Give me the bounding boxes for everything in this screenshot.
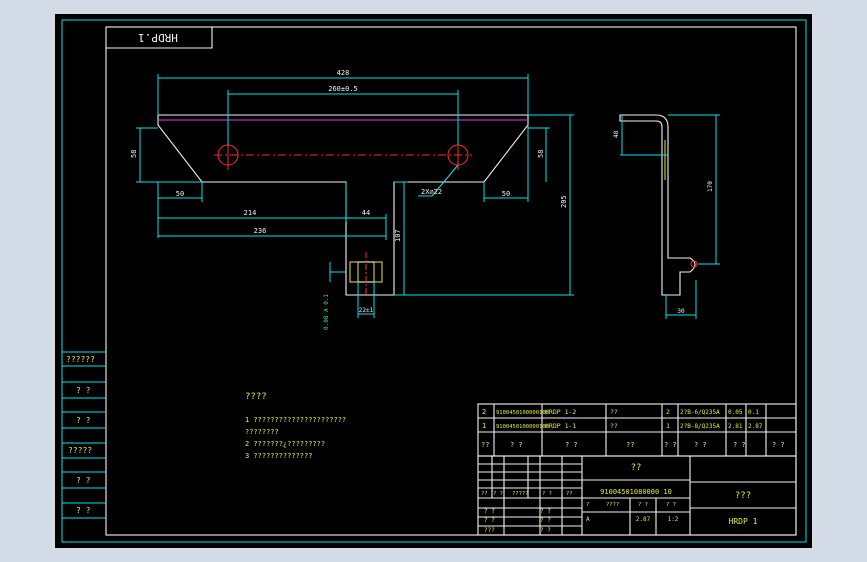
svg-text:1: 1 [666, 422, 670, 430]
tb-name-label: ?? [631, 463, 642, 473]
cad-screen: HRDP.1 ?????? ? ? ? ? ????? ? ? ? ? 428 … [0, 0, 867, 562]
svg-text:1:2: 1:2 [668, 516, 679, 523]
svg-text:? ?: ? ? [493, 491, 503, 497]
dim-107: 107 [394, 229, 402, 242]
svg-text:? ?: ? ? [484, 517, 495, 524]
svg-text:2.87: 2.87 [636, 516, 651, 523]
dim-205: 205 [560, 195, 568, 208]
notes-line-1: 1 ?????????????????????? [245, 416, 346, 424]
svg-text:??: ?? [626, 441, 634, 449]
notes-heading: ???? [245, 392, 267, 402]
dim-58-left: 58 [130, 150, 138, 158]
dim-48: 48 [613, 130, 620, 138]
svg-text:? ?: ? ? [666, 502, 676, 508]
left-col-3: ? ? [76, 416, 91, 425]
left-col-6: ? ? [76, 506, 91, 515]
left-col-5: ? ? [76, 476, 91, 485]
svg-text:2?B-6/Q235A: 2?B-6/Q235A [680, 409, 720, 416]
svg-text:??: ?? [481, 491, 488, 497]
svg-text:? ?: ? ? [733, 441, 746, 449]
svg-text:??: ?? [610, 422, 618, 430]
svg-text:HRDP 1-1: HRDP 1-1 [545, 422, 576, 430]
svg-text:?: ? [586, 502, 589, 508]
svg-text:???: ??? [484, 527, 495, 534]
dim-170: 170 [707, 181, 714, 192]
svg-text:A: A [586, 516, 590, 523]
svg-text:HRDP 1-2: HRDP 1-2 [545, 408, 576, 416]
svg-text:??: ?? [481, 441, 489, 449]
svg-text:? ?: ? ? [540, 527, 551, 534]
svg-text:0.05: 0.05 [728, 409, 743, 416]
svg-text:? ?: ? ? [540, 517, 551, 524]
parts-list: 2 9100450100000100 HRDP 1-2 ?? 2 2?B-6/Q… [477, 403, 797, 457]
svg-text:? ?: ? ? [540, 508, 551, 515]
dim-22: 22±1 [359, 307, 374, 314]
svg-text:? ?: ? ? [484, 508, 495, 515]
tolerance-note: 0.08 A 0.1 [323, 293, 330, 330]
dim-428: 428 [337, 69, 350, 77]
svg-text:? ?: ? ? [638, 502, 648, 508]
front-view [157, 114, 529, 296]
tech-notes: ???? 1 ?????????????????????? ???????? 2… [245, 392, 346, 460]
svg-text:9100450100000100: 9100450100000100 [496, 424, 549, 430]
svg-text:2.87: 2.87 [748, 423, 763, 430]
svg-text:??: ?? [566, 491, 573, 497]
svg-text:2: 2 [666, 408, 670, 416]
svg-text:0.1: 0.1 [748, 409, 759, 416]
left-col-1: ?????? [66, 355, 95, 364]
svg-text:????: ???? [606, 502, 619, 508]
notes-line-4: 3 ?????????????? [245, 452, 312, 460]
svg-text:? ?: ? ? [772, 441, 785, 449]
left-column: ?????? ? ? ? ? ????? ? ? ? ? [62, 351, 106, 519]
svg-text:2.81: 2.81 [728, 423, 743, 430]
svg-text:?????: ????? [512, 491, 529, 497]
tb-company: ??? [735, 491, 751, 501]
title-block: ?? 91004501080000 10 ??? HRDP 1 ?? ? ? ?… [477, 455, 797, 536]
dim-50-left: 50 [176, 190, 184, 198]
dim-214: 214 [244, 209, 257, 217]
dimensions: 428 260±0.5 58 58 50 50 2X∅22 214 44 236… [130, 69, 574, 330]
left-col-2: ? ? [76, 386, 91, 395]
left-col-4: ????? [68, 446, 92, 455]
svg-text:? ?: ? ? [664, 441, 677, 449]
dim-58-right: 58 [537, 150, 545, 158]
dim-50-right: 50 [502, 190, 510, 198]
svg-text:? ?: ? ? [694, 441, 707, 449]
tb-drawing-no: 91004501080000 10 [600, 488, 672, 496]
svg-text:2: 2 [482, 408, 486, 416]
svg-text:1: 1 [482, 422, 486, 430]
dim-236: 236 [254, 227, 267, 235]
notes-line-2: ???????? [245, 428, 279, 436]
side-view: 48 170 30 [613, 114, 720, 319]
cad-drawing: HRDP.1 ?????? ? ? ? ? ????? ? ? ? ? 428 … [61, 19, 807, 543]
svg-text:? ?: ? ? [510, 441, 523, 449]
dim-260: 260±0.5 [328, 85, 358, 93]
svg-text:??: ?? [610, 408, 618, 416]
tb-part-code: HRDP 1 [729, 517, 758, 526]
svg-text:? ?: ? ? [565, 441, 578, 449]
dim-30: 30 [677, 308, 685, 315]
hole-note: 2X∅22 [421, 188, 442, 196]
svg-text:9100450100000100: 9100450100000100 [496, 410, 549, 416]
svg-text:2?B-8/Q235A: 2?B-8/Q235A [680, 423, 720, 430]
title-plate-text: HRDP.1 [138, 31, 178, 44]
outer-border [61, 19, 807, 543]
notes-line-3: 2 ???????¿????????? [245, 440, 325, 448]
svg-text:? ?: ? ? [542, 491, 552, 497]
dim-44: 44 [362, 209, 370, 217]
inner-border [105, 26, 797, 536]
